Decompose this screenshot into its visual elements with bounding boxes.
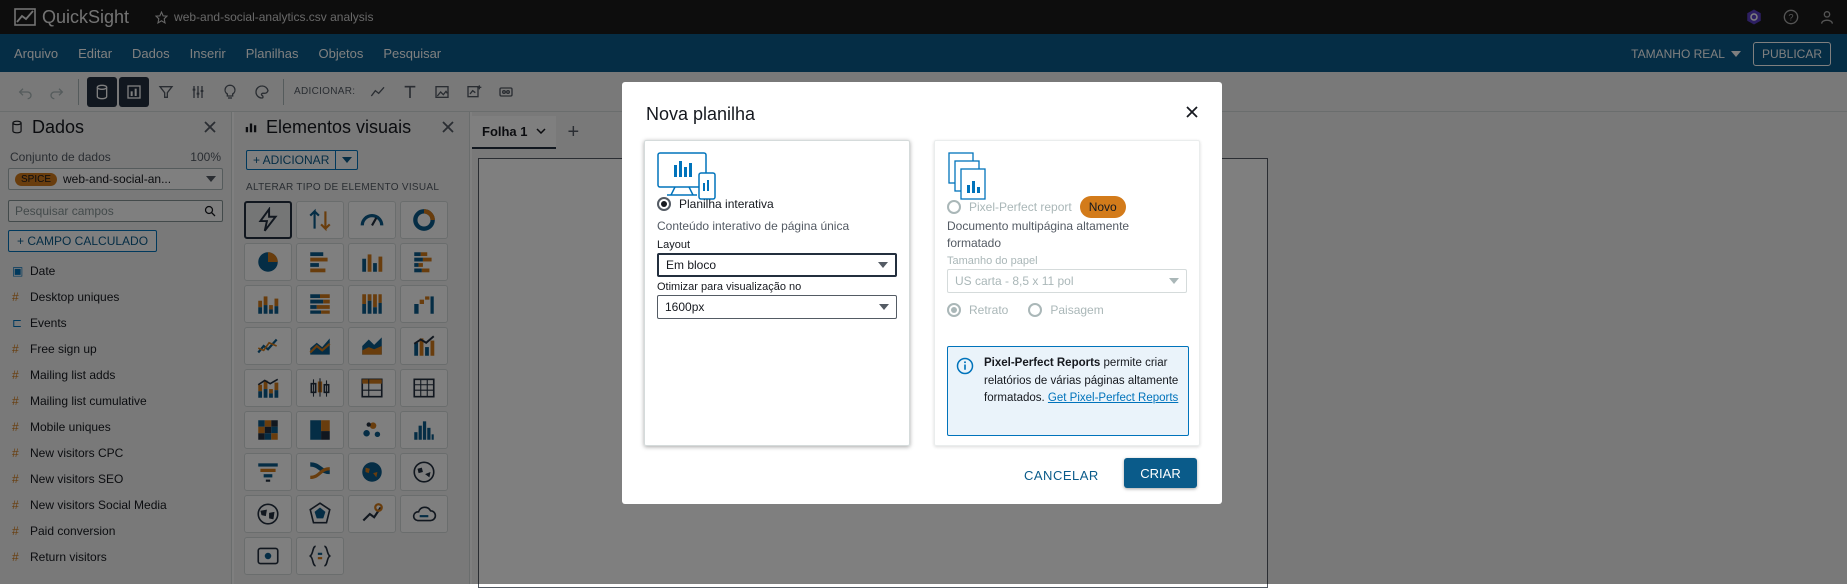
orientation-radios: Retrato Paisagem <box>947 303 1104 317</box>
interactive-sheet-illustration-icon <box>657 152 716 200</box>
interactive-sheet-card[interactable]: Planilha interativa Conteúdo interativo … <box>644 140 910 446</box>
caret-down-icon <box>1169 278 1179 284</box>
pixel-perfect-report-illustration-icon <box>948 152 986 200</box>
layout-label: Layout <box>657 239 691 251</box>
landscape-radio[interactable] <box>1028 303 1043 317</box>
portrait-label: Retrato <box>969 303 1009 317</box>
radio-unselected <box>947 200 961 214</box>
optimize-label: Otimizar para visualização no <box>657 281 802 293</box>
landscape-label: Paisagem <box>1050 303 1104 317</box>
pixel-perfect-description-line: formatado <box>947 236 1002 250</box>
close-icon[interactable] <box>1184 104 1200 120</box>
optimize-width-select[interactable]: 1600px <box>657 295 897 319</box>
info-icon <box>956 357 974 375</box>
new-sheet-dialog: Nova planilha Planilha interativa Conteú… <box>622 82 1222 504</box>
pixel-perfect-card[interactable]: Pixel-Perfect report Novo Documento mult… <box>934 140 1200 446</box>
pixel-perfect-description-line: Documento multipágina altamente <box>947 219 1130 233</box>
pixel-perfect-radio[interactable]: Pixel-Perfect report Novo <box>947 196 1126 218</box>
caret-down-icon <box>878 262 888 268</box>
pixel-perfect-label: Pixel-Perfect report <box>969 200 1072 214</box>
cancel-button[interactable]: CANCELAR <box>1024 468 1099 483</box>
optimize-value: 1600px <box>665 300 705 314</box>
interactive-sheet-description: Conteúdo interativo de página única <box>657 219 850 233</box>
pixel-perfect-info-box: Pixel-Perfect Reports permite criar rela… <box>947 346 1189 436</box>
caret-down-icon <box>879 304 889 310</box>
get-pixel-perfect-link[interactable]: Get Pixel-Perfect Reports <box>1048 392 1178 404</box>
layout-select[interactable]: Em bloco <box>657 253 897 277</box>
paper-size-value: US carta - 8,5 x 11 pol <box>955 274 1074 288</box>
info-bold-text: Pixel-Perfect Reports <box>984 357 1101 369</box>
paper-size-select[interactable]: US carta - 8,5 x 11 pol <box>947 269 1187 293</box>
new-badge: Novo <box>1079 196 1126 218</box>
info-message: Pixel-Perfect Reports permite criar rela… <box>984 355 1184 408</box>
interactive-sheet-radio[interactable]: Planilha interativa <box>657 197 774 211</box>
pixel-perfect-description: Documento multipágina altamente formatad… <box>947 218 1129 252</box>
create-button[interactable]: CRIAR <box>1124 458 1197 488</box>
dialog-title: Nova planilha <box>646 104 756 124</box>
radio-selected <box>657 197 671 211</box>
portrait-radio[interactable] <box>947 303 961 317</box>
paper-size-label: Tamanho do papel <box>947 255 1038 267</box>
interactive-sheet-label: Planilha interativa <box>679 197 774 211</box>
layout-value: Em bloco <box>666 258 717 272</box>
